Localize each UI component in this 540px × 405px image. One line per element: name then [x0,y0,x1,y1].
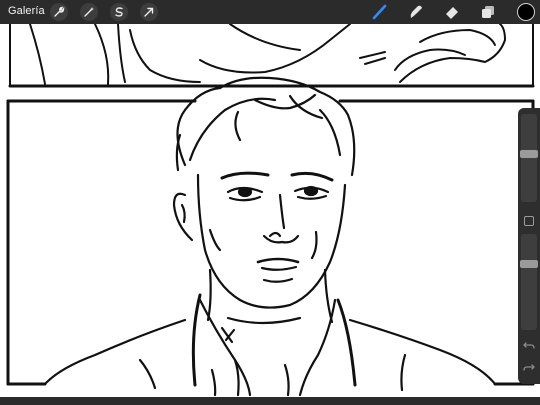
wrench-icon[interactable] [50,3,68,21]
opacity-thumb[interactable] [520,260,538,268]
smudge-icon[interactable] [406,2,426,22]
magic-wand-icon[interactable] [80,3,98,21]
brush-size-slider[interactable] [520,114,538,202]
side-toolbar [518,108,540,384]
main-panel-border [6,99,535,386]
drawing-canvas[interactable] [0,0,540,405]
layers-icon[interactable] [478,2,498,22]
top-toolbar: Galería [0,0,540,24]
opacity-slider[interactable] [520,234,538,330]
selection-icon[interactable] [110,3,128,21]
transform-arrow-icon[interactable] [140,3,158,21]
brush-icon[interactable] [370,2,390,22]
redo-icon[interactable] [522,360,536,374]
portrait-figure [43,76,497,397]
color-picker-button[interactable] [517,3,535,21]
brush-size-thumb[interactable] [520,150,538,158]
undo-icon[interactable] [522,338,536,352]
gallery-button[interactable]: Galería [8,5,45,17]
eraser-icon[interactable] [442,2,462,22]
bottom-bar [0,397,540,405]
top-panel-artwork [8,23,535,88]
modify-button[interactable] [524,216,534,226]
